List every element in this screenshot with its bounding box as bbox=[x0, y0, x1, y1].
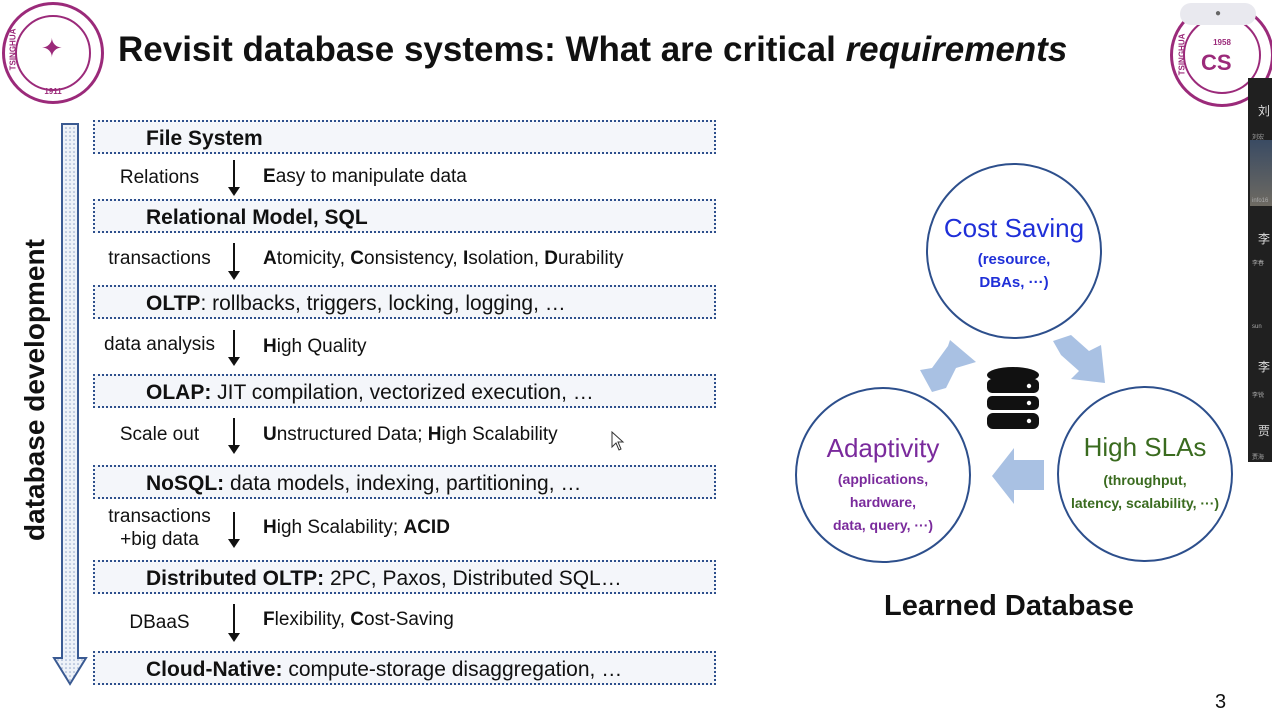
high-slas-title: High SLAs bbox=[1083, 432, 1207, 462]
adaptivity-title: Adaptivity bbox=[826, 433, 940, 463]
seal-star-icon: ✦ bbox=[41, 33, 63, 63]
participant-tag: sun bbox=[1252, 324, 1262, 330]
seal-year-label: 1958 bbox=[1213, 38, 1231, 47]
meeting-app-logo: ● bbox=[1180, 3, 1256, 25]
seal-year-label: 1911 bbox=[44, 87, 62, 96]
learned-database-caption: Learned Database bbox=[884, 590, 1134, 622]
transition-arrow bbox=[228, 243, 240, 280]
transition-label-scale-out: Scale out bbox=[119, 424, 200, 445]
participant-name[interactable]: 贾 bbox=[1258, 422, 1270, 439]
database-icon bbox=[987, 367, 1039, 429]
adaptivity-detail: (applications, hardware, data, query, ··… bbox=[832, 471, 934, 533]
cycle-arrow-to-cost bbox=[920, 340, 976, 392]
stage-file-system: File System bbox=[93, 120, 716, 154]
transition-requirement: High Scalability; ACID bbox=[263, 517, 450, 538]
transition-label-relations: Relations bbox=[119, 167, 200, 188]
page-number: 3 bbox=[1215, 691, 1227, 713]
tsinghua-seal-left-logo: ✦ 1911 TSINGHUA bbox=[2, 2, 104, 104]
mouse-cursor-icon bbox=[611, 431, 625, 451]
transition-label-transactions: transactions bbox=[108, 248, 211, 269]
stage-distributed-oltp: Distributed OLTP: 2PC, Paxos, Distribute… bbox=[93, 560, 716, 594]
stage-olap: OLAP: JIT compilation, vectorized execut… bbox=[93, 374, 716, 408]
participant-tag: 李锐 bbox=[1252, 393, 1265, 399]
transition-label-data-analysis: data analysis bbox=[104, 334, 215, 355]
transition-requirement: Unstructured Data; High Scalability bbox=[263, 424, 558, 445]
transition-requirement: Atomicity, Consistency, Isolation, Durab… bbox=[263, 248, 624, 269]
stage-oltp: OLTP: rollbacks, triggers, locking, logg… bbox=[93, 285, 716, 319]
stage-nosql: NoSQL: data models, indexing, partitioni… bbox=[93, 465, 716, 499]
stage-cloud-native: Cloud-Native: compute-storage disaggrega… bbox=[93, 651, 716, 685]
participant-name[interactable]: 刘 bbox=[1258, 102, 1270, 119]
cs-letters-icon: CS bbox=[1201, 50, 1232, 75]
slide-title: Revisit database systems: What are criti… bbox=[118, 30, 1068, 69]
transition-arrow bbox=[228, 330, 240, 366]
seal-name-label: TSINGHUA bbox=[8, 28, 18, 71]
high-slas-detail: (throughput, latency, scalability, ···) bbox=[1070, 472, 1220, 511]
cycle-arrow-to-adaptivity bbox=[992, 448, 1044, 504]
transition-label-transactions-big-data: transactions +big data bbox=[108, 506, 211, 550]
high-slas-circle: High SLAs (throughput, latency, scalabil… bbox=[1057, 386, 1233, 562]
participant-sidebar[interactable]: 刘 刘宏 info16 李 李春 sun 李 李锐 贾 贾海 bbox=[1248, 78, 1272, 462]
transition-label-dbaas: DBaaS bbox=[129, 612, 190, 633]
participant-name[interactable]: 李 bbox=[1258, 230, 1270, 247]
transition-requirement: High Quality bbox=[263, 336, 367, 357]
participant-tag: 贾海 bbox=[1252, 455, 1265, 461]
transition-arrow bbox=[228, 160, 240, 196]
cost-saving-circle: Cost Saving (resource, DBAs, ···) bbox=[926, 163, 1102, 339]
stage-relational-model: Relational Model, SQL bbox=[93, 199, 716, 233]
transition-arrow bbox=[228, 604, 240, 642]
adaptivity-circle: Adaptivity (applications, hardware, data… bbox=[795, 387, 971, 563]
cost-saving-title: Cost Saving bbox=[943, 213, 1085, 243]
participant-name[interactable]: 李 bbox=[1258, 358, 1270, 375]
title-emphasis: requirements bbox=[845, 30, 1068, 69]
transition-requirement: Easy to manipulate data bbox=[263, 166, 467, 187]
cycle-arrow-to-slas bbox=[1053, 335, 1105, 383]
transition-arrow bbox=[228, 512, 240, 548]
transition-requirement: Flexibility, Cost-Saving bbox=[263, 609, 454, 630]
participant-tag: info16 bbox=[1252, 198, 1269, 204]
participant-tag: 李春 bbox=[1252, 261, 1265, 267]
transition-arrow bbox=[228, 418, 240, 454]
vertical-axis-label: database development bbox=[19, 239, 50, 541]
cost-saving-detail: (resource, DBAs, ···) bbox=[977, 251, 1051, 291]
participant-video-thumbnail[interactable] bbox=[1250, 140, 1272, 206]
